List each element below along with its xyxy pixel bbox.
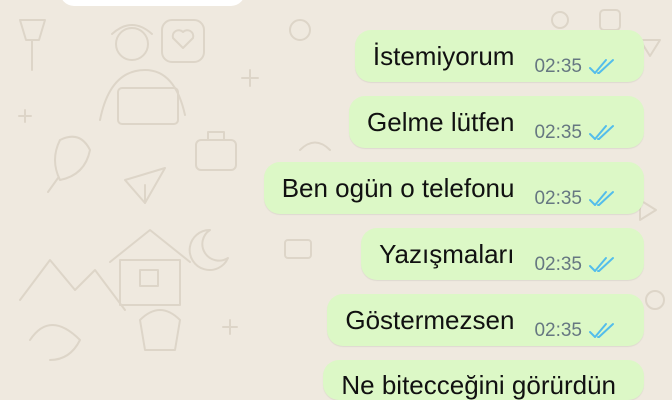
double-check-icon <box>589 256 614 272</box>
message-text: Yazışmaları <box>379 239 515 269</box>
double-check-icon <box>589 322 614 338</box>
outgoing-message[interactable]: Gelme lütfen 02:35 <box>349 96 644 148</box>
message-time: 02:35 <box>534 254 582 275</box>
outgoing-message[interactable]: Yazışmaları 02:35 <box>361 228 644 280</box>
message-time: 02:35 <box>534 56 582 77</box>
outgoing-message[interactable]: Ben ogün o telefonu 02:35 <box>263 162 644 214</box>
double-check-icon <box>589 124 614 140</box>
message-meta: 02:35 <box>534 189 616 208</box>
message-text: Gelme lütfen <box>367 107 515 137</box>
message-meta: 02:35 <box>534 321 616 340</box>
outgoing-message[interactable]: Göstermezsen 02:35 <box>327 294 644 346</box>
message-text: Ben ogün o telefonu <box>281 173 515 203</box>
message-text: İstemiyorum <box>372 41 515 71</box>
message-text: Göstermezsen <box>345 305 515 335</box>
message-time: 02:35 <box>534 320 582 341</box>
double-check-icon <box>589 190 614 206</box>
outgoing-message[interactable]: İstemiyorum 02:35 <box>354 30 644 82</box>
message-time: 02:35 <box>534 188 582 209</box>
incoming-message-bubble[interactable] <box>60 0 245 6</box>
chat-messages[interactable]: İstemiyorum 02:35 Gelme lütfen 02:35 Ben… <box>0 0 672 400</box>
message-meta: 02:35 <box>534 123 616 142</box>
message-text: Ne bitecceğini görürdün <box>341 370 616 400</box>
message-time: 02:35 <box>534 122 582 143</box>
message-meta: 02:35 <box>534 255 616 274</box>
outgoing-message[interactable]: Ne bitecceğini görürdün <box>323 360 644 400</box>
double-check-icon <box>589 58 614 74</box>
message-meta: 02:35 <box>534 57 616 76</box>
